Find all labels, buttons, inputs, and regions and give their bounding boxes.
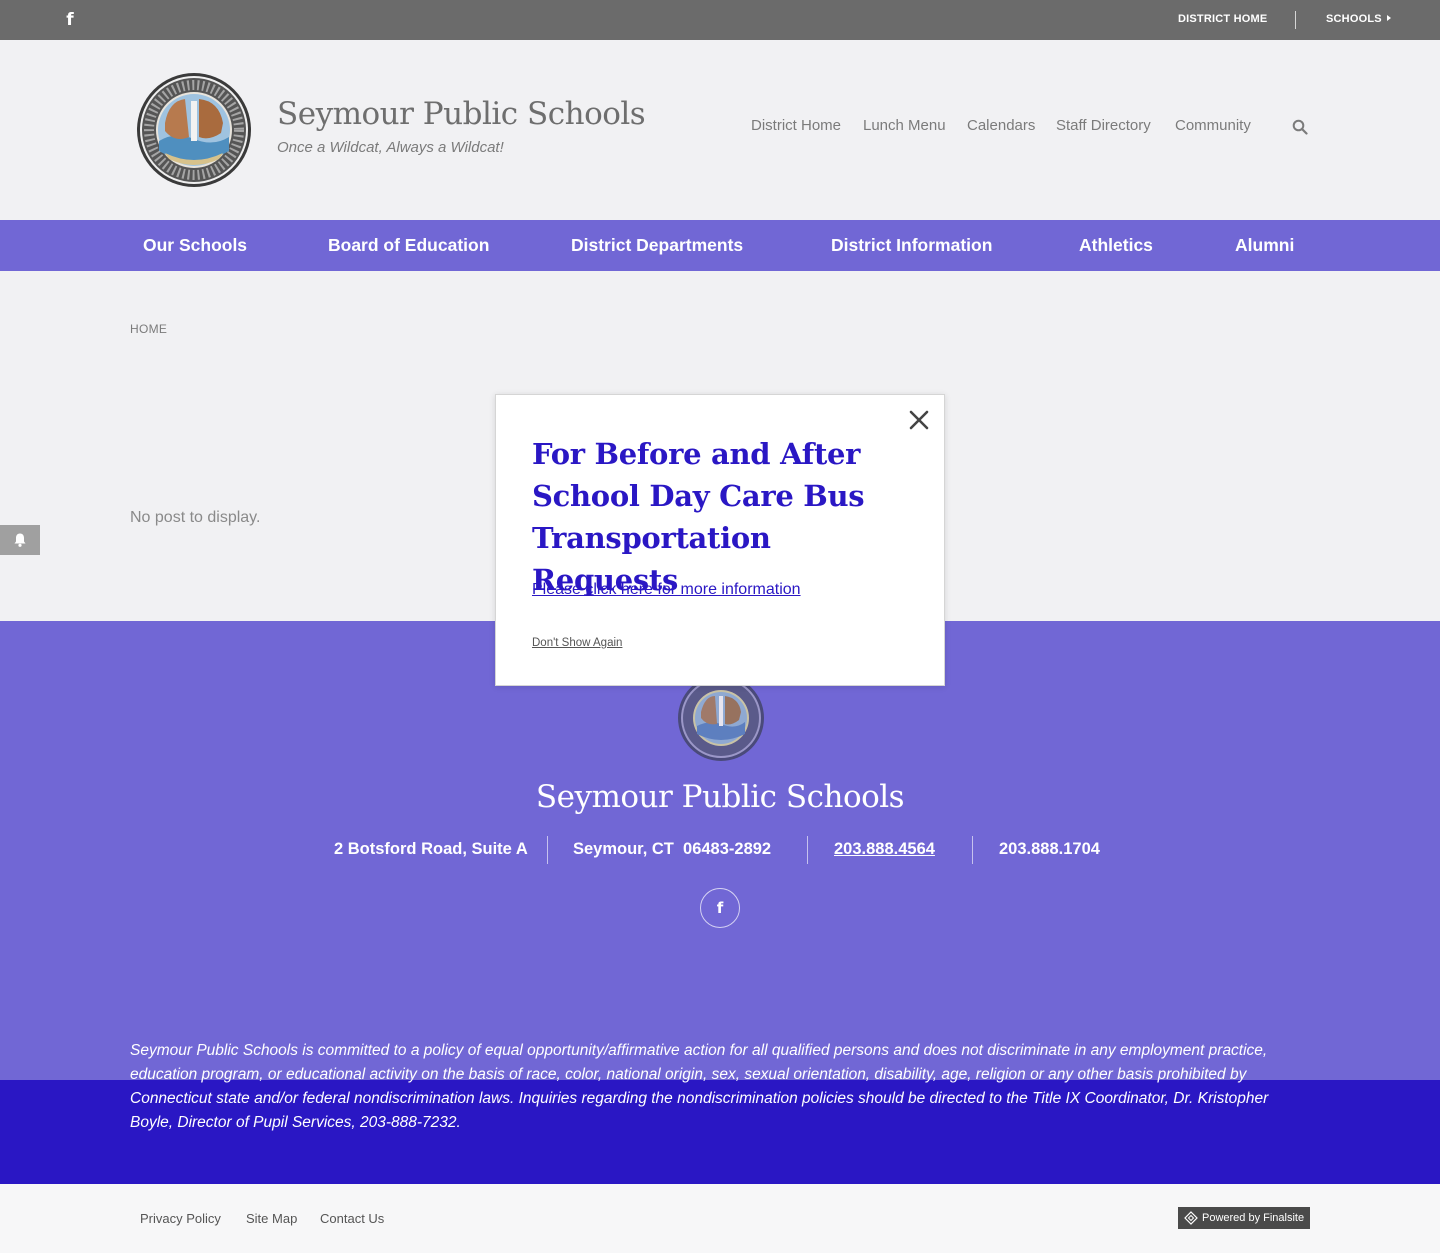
quicklink-calendars[interactable]: Calendars — [967, 117, 1035, 134]
utility-bar: f DISTRICT HOME SCHOOLS — [0, 0, 1440, 40]
site-tagline: Once a Wildcat, Always a Wildcat! — [277, 139, 504, 156]
quicklink-community[interactable]: Community — [1175, 117, 1251, 134]
district-home-link[interactable]: DISTRICT HOME — [1178, 13, 1267, 25]
footer-city: Seymour, CT 06483-2892 — [573, 840, 772, 858]
alerts-tab[interactable] — [0, 525, 40, 555]
powered-by-label: Powered by Finalsite — [1202, 1212, 1305, 1224]
district-seal-logo[interactable] — [135, 71, 253, 189]
footer-title: Seymour Public Schools — [535, 779, 905, 815]
quicklink-district-home[interactable]: District Home — [751, 117, 841, 134]
schools-label: SCHOOLS — [1326, 13, 1382, 25]
nav-athletics[interactable]: Athletics — [1079, 235, 1153, 256]
contact-divider — [807, 836, 808, 864]
modal-title: For Before and After School Day Care Bus… — [532, 437, 865, 597]
facebook-icon[interactable]: f — [62, 10, 78, 30]
nav-board-of-education[interactable]: Board of Education — [328, 235, 489, 256]
nav-district-information[interactable]: District Information — [831, 235, 992, 256]
modal-more-info-link[interactable]: Please click here for more information — [532, 581, 801, 599]
site-title[interactable]: Seymour Public Schools — [277, 96, 646, 132]
finalsite-logo-icon — [1184, 1211, 1198, 1225]
dont-show-again-link[interactable]: Don't Show Again — [532, 637, 622, 649]
footer-phone-link[interactable]: 203.888.4564 — [834, 840, 935, 859]
announcement-modal: For Before and After School Day Care Bus… — [495, 394, 945, 686]
breadcrumb-home[interactable]: HOME — [130, 322, 167, 336]
powered-by-badge[interactable]: Powered by Finalsite — [1178, 1207, 1310, 1229]
site-header: Seymour Public Schools Once a Wildcat, A… — [0, 40, 1440, 220]
empty-posts-message: No post to display. — [130, 509, 261, 526]
main-nav: Our Schools Board of Education District … — [0, 220, 1440, 271]
footer-fax: 203.888.1704 — [999, 840, 1100, 858]
schools-menu[interactable]: SCHOOLS — [1326, 13, 1391, 25]
privacy-policy-link[interactable]: Privacy Policy — [140, 1211, 221, 1226]
close-icon[interactable] — [908, 409, 930, 431]
caret-right-icon — [1386, 15, 1391, 21]
footer-facebook-icon[interactable]: f — [700, 888, 740, 928]
nondiscrimination-policy: Seymour Public Schools is committed to a… — [130, 1042, 1269, 1131]
quicklink-lunch-menu[interactable]: Lunch Menu — [863, 117, 946, 134]
utility-divider — [1295, 11, 1296, 29]
footer-seal-logo — [678, 675, 764, 761]
nav-our-schools[interactable]: Our Schools — [143, 235, 247, 256]
contact-divider — [972, 836, 973, 864]
nav-alumni[interactable]: Alumni — [1235, 235, 1294, 256]
search-icon[interactable] — [1292, 119, 1308, 135]
contact-divider — [547, 836, 548, 864]
contact-us-link[interactable]: Contact Us — [320, 1211, 384, 1226]
site-map-link[interactable]: Site Map — [246, 1211, 297, 1226]
footer-address: 2 Botsford Road, Suite A — [334, 840, 528, 858]
nav-district-departments[interactable]: District Departments — [571, 235, 743, 256]
quicklink-staff-directory[interactable]: Staff Directory — [1056, 117, 1151, 134]
bell-icon — [14, 533, 26, 547]
